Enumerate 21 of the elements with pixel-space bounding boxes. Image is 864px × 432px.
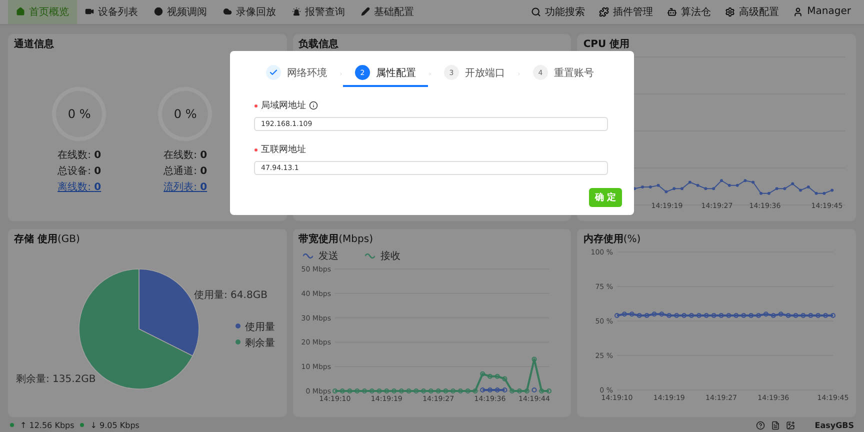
stat-text: 总通道: 0 (164, 164, 208, 178)
gauge-reading: 0 % (68, 106, 91, 121)
card-title: 带宽使用(Mbps) (298, 232, 374, 246)
slice-label: 剩余量: 135.2GB (16, 374, 96, 385)
field-label: 局域网地址 (261, 100, 306, 112)
card-title: CPU 使用 (583, 38, 631, 51)
card-title: 通道信息 (14, 38, 55, 51)
field-label: 互联网地址 (261, 144, 306, 156)
card-title: 存储 使用(GB) (14, 232, 81, 246)
brand-name: EasyGBS (814, 420, 854, 430)
card-title: 内存使用(%) (583, 232, 642, 246)
slice-label: 使用量: 64.8GB (194, 290, 268, 301)
card-title: 负载信息 (298, 38, 340, 51)
gauge-reading: 0 % (174, 106, 197, 121)
download-rate: ↓ 9.05 Kbps (90, 420, 140, 430)
upload-rate: ↑ 12.56 Kbps (20, 420, 74, 430)
stat-text: 在线数: 0 (58, 148, 102, 162)
legend-label: 剩余量 (245, 338, 275, 349)
legend-label: 使用量 (245, 322, 275, 333)
stat-text: 在线数: 0 (164, 148, 208, 162)
stat-text: 总设备: 0 (58, 164, 102, 178)
